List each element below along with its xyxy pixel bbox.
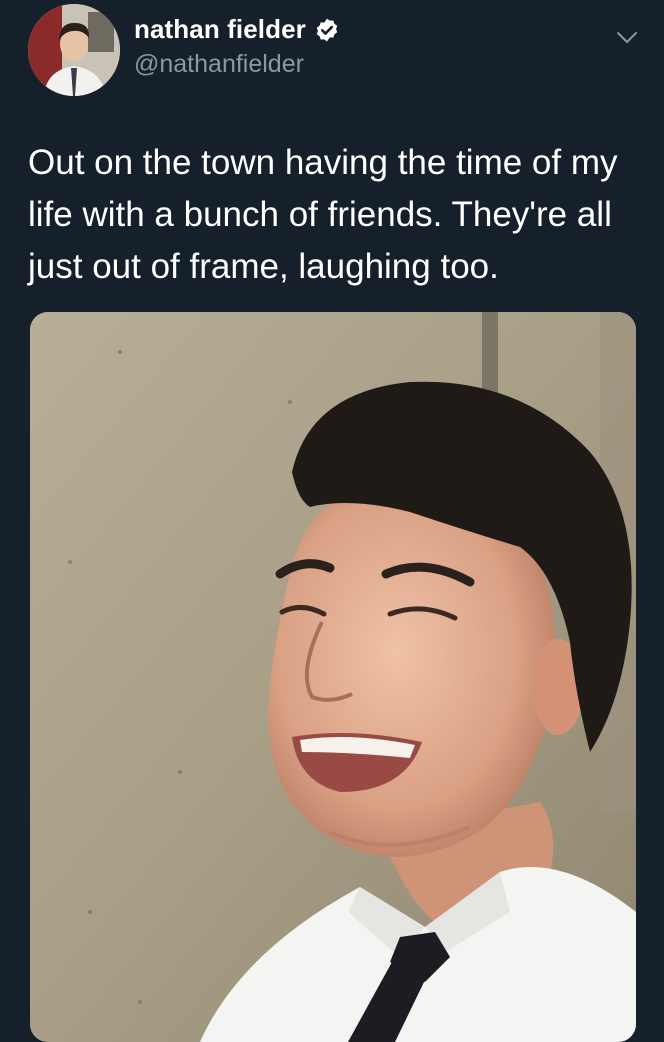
chevron-down-icon[interactable] (612, 22, 642, 52)
name-row: nathan fielder (134, 14, 340, 45)
tweet-text: Out on the town having the time of my li… (28, 143, 618, 286)
handle[interactable]: @nathanfielder (134, 50, 304, 79)
verified-badge-icon (314, 17, 340, 43)
avatar[interactable] (28, 4, 120, 96)
tweet-photo[interactable] (30, 312, 636, 1042)
display-name[interactable]: nathan fielder (134, 14, 306, 45)
tweet: nathan fielder @nathanfielder Out on the… (0, 0, 664, 1042)
